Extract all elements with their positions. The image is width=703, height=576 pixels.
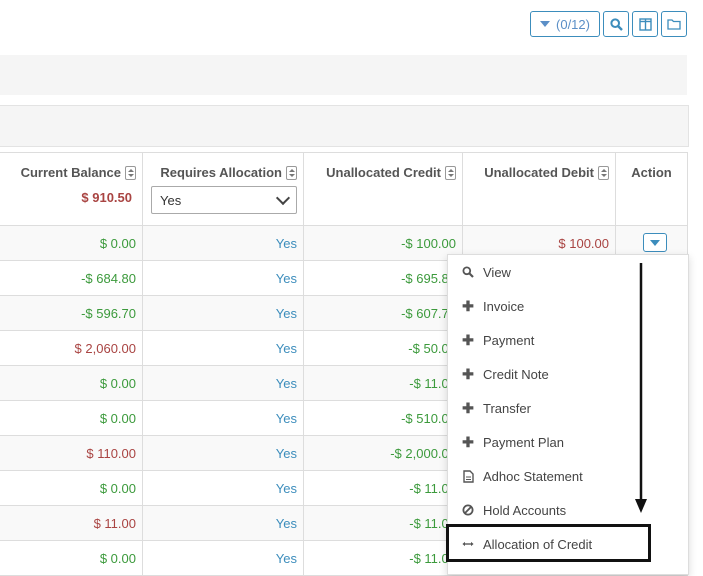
menu-item-label: Hold Accounts	[483, 502, 567, 518]
column-label: Unallocated Debit	[484, 165, 594, 180]
menu-item-invoice[interactable]: ✚ Invoice	[448, 294, 688, 318]
search-icon	[462, 266, 474, 278]
column-label: Current Balance	[20, 165, 121, 180]
balance-cell: $ 0.00	[0, 540, 143, 576]
select-value: Yes	[160, 192, 182, 208]
credit-cell: -$ 100.00	[303, 225, 463, 261]
column-unallocated-debit[interactable]: Unallocated Debit	[462, 152, 616, 226]
plus-icon: ✚	[462, 365, 474, 382]
credit-cell: -$ 695.80	[303, 260, 463, 296]
requires-allocation-cell: Yes	[142, 435, 304, 471]
highlight-box	[446, 524, 651, 562]
requires-allocation-cell: Yes	[142, 470, 304, 506]
chevron-down-icon	[275, 190, 291, 206]
requires-allocation-cell: Yes	[142, 330, 304, 366]
balance-cell: -$ 684.80	[0, 260, 143, 296]
filter-dropdown-button[interactable]: (0/12)	[530, 11, 600, 37]
folder-button[interactable]	[661, 11, 687, 37]
balance-cell: $ 11.00	[0, 505, 143, 541]
requires-allocation-cell: Yes	[142, 400, 304, 436]
annotation-arrow	[635, 263, 647, 513]
menu-item-label: Credit Note	[483, 366, 549, 382]
requires-allocation-cell: Yes	[142, 365, 304, 401]
filter-band	[0, 105, 689, 147]
sort-icon[interactable]	[286, 165, 297, 180]
menu-item-adhoc-statement[interactable]: Adhoc Statement	[448, 464, 688, 488]
menu-item-label: Adhoc Statement	[483, 468, 583, 484]
menu-item-label: Payment	[483, 332, 535, 348]
requires-allocation-cell: Yes	[142, 540, 304, 576]
column-current-balance[interactable]: Current Balance $ 910.50	[0, 152, 143, 226]
column-requires-allocation[interactable]: Requires Allocation Yes	[142, 152, 304, 226]
document-icon	[462, 469, 474, 483]
menu-item-label: Invoice	[483, 298, 525, 314]
credit-cell: -$ 2,000.00	[303, 435, 463, 471]
requires-allocation-filter-select[interactable]: Yes	[151, 186, 297, 214]
sort-icon[interactable]	[445, 165, 456, 180]
menu-item-label: View	[483, 264, 511, 280]
sort-icon[interactable]	[125, 165, 136, 180]
menu-item-hold-accounts[interactable]: Hold Accounts	[448, 498, 688, 522]
credit-cell: -$ 11.00	[303, 505, 463, 541]
credit-cell: -$ 50.00	[303, 330, 463, 366]
filter-count: (0/12)	[556, 16, 590, 32]
menu-item-view[interactable]: View	[448, 260, 688, 284]
credit-cell: -$ 510.00	[303, 400, 463, 436]
menu-item-label: Payment Plan	[483, 434, 564, 450]
plus-icon: ✚	[462, 433, 474, 450]
balance-cell: $ 0.00	[0, 365, 143, 401]
balance-cell: $ 110.00	[0, 435, 143, 471]
credit-cell: -$ 11.00	[303, 470, 463, 506]
row-action-dropdown-button[interactable]	[643, 233, 667, 252]
caret-down-icon	[650, 239, 660, 246]
menu-item-transfer[interactable]: ✚ Transfer	[448, 396, 688, 420]
balance-cell: -$ 596.70	[0, 295, 143, 331]
caret-down-icon	[540, 21, 551, 27]
plus-icon: ✚	[462, 297, 474, 314]
toolbar: (0/12)	[530, 11, 687, 37]
plus-icon: ✚	[462, 331, 474, 348]
column-label: Requires Allocation	[160, 165, 282, 180]
balance-cell: $ 0.00	[0, 400, 143, 436]
balance-cell: $ 2,060.00	[0, 330, 143, 366]
columns-icon	[638, 17, 652, 31]
menu-item-label: Transfer	[483, 400, 531, 416]
requires-allocation-cell: Yes	[142, 260, 304, 296]
plus-icon: ✚	[462, 399, 474, 416]
balance-cell: $ 0.00	[0, 470, 143, 506]
sort-icon[interactable]	[598, 165, 609, 180]
folder-icon	[667, 19, 681, 30]
credit-cell: -$ 607.70	[303, 295, 463, 331]
columns-button[interactable]	[632, 11, 658, 37]
panel-band	[0, 55, 687, 95]
menu-item-payment[interactable]: ✚ Payment	[448, 328, 688, 352]
menu-item-payment-plan[interactable]: ✚ Payment Plan	[448, 430, 688, 454]
total-balance: $ 910.50	[81, 190, 132, 205]
column-label: Action	[631, 165, 672, 180]
column-action: Action	[615, 152, 688, 226]
menu-item-credit-note[interactable]: ✚ Credit Note	[448, 362, 688, 386]
credit-cell: -$ 11.00	[303, 540, 463, 576]
search-button[interactable]	[603, 11, 629, 37]
column-unallocated-credit[interactable]: Unallocated Credit	[303, 152, 463, 226]
requires-allocation-cell: Yes	[142, 505, 304, 541]
column-label: Unallocated Credit	[326, 165, 441, 180]
requires-allocation-cell: Yes	[142, 295, 304, 331]
ban-icon	[462, 504, 474, 516]
requires-allocation-cell: Yes	[142, 225, 304, 261]
credit-cell: -$ 11.00	[303, 365, 463, 401]
search-icon	[609, 17, 623, 31]
balance-cell: $ 0.00	[0, 225, 143, 261]
